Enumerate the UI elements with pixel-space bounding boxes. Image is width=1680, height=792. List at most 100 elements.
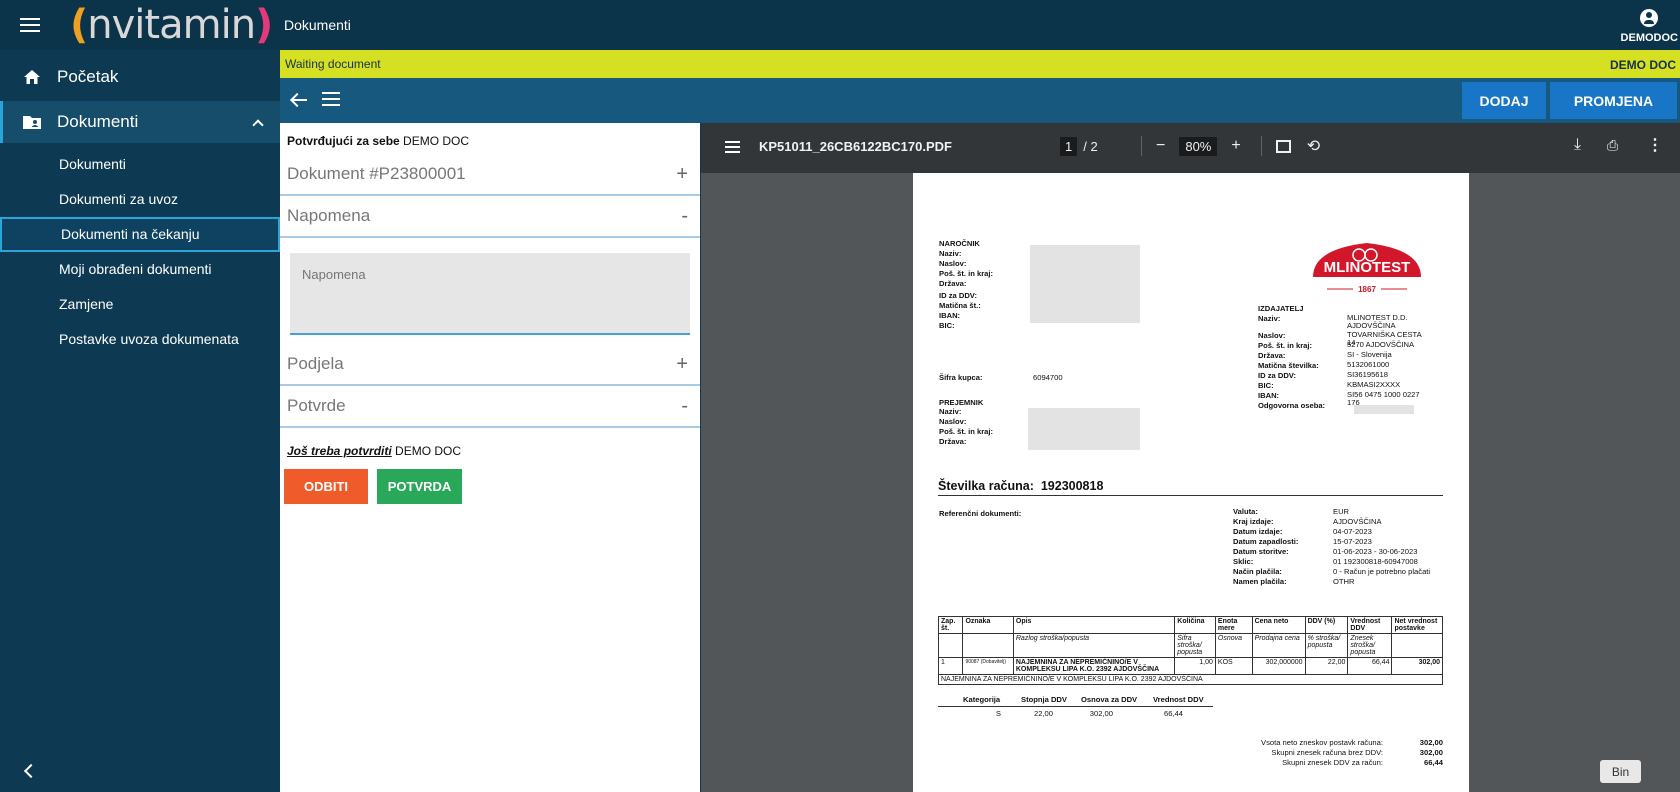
table-cell: 90087 (Dobavitelj)	[962, 657, 1014, 675]
accordion-document[interactable]: Dokument #P23800001 +	[280, 154, 700, 196]
note-textarea[interactable]	[290, 253, 690, 335]
table-header-cell: Zap. št.	[937, 616, 964, 634]
status-bar: Waiting document DEMO DOC	[280, 50, 1680, 78]
table-cell: 66,44	[1347, 657, 1393, 675]
nav-documents[interactable]: Dokumenti	[0, 101, 280, 143]
zoom-level[interactable]: 80%	[1179, 136, 1218, 156]
status-text: Waiting document	[285, 57, 381, 71]
back-arrow-icon[interactable]	[290, 91, 310, 109]
meta-key: Datum izdaje:	[1233, 527, 1283, 536]
accordion-split[interactable]: Podjela +	[280, 344, 700, 386]
nav-home-label: Početak	[57, 67, 119, 86]
meta-key: Namen plačila:	[1233, 577, 1287, 586]
sidebar-item-import-settings[interactable]: Postavke uvoza dokumenata	[0, 322, 280, 357]
sidebar-item-import[interactable]: Dokumenti za uvoz	[0, 182, 280, 217]
vat-header: Kategorija	[963, 695, 1001, 704]
row-note: NAJEMNINA ZA NEPREMIČNINO/E V KOMPLEKSU …	[938, 674, 1443, 685]
vat-header: Stopnja DDV	[1021, 695, 1067, 704]
zoom-controls: − 80% + ⟲	[1141, 136, 1320, 156]
sidebar-item-documents[interactable]: Dokumenti	[0, 147, 280, 182]
table-cell	[962, 633, 1014, 658]
buyer-field: Matična št.:	[939, 301, 981, 310]
page-title: Dokumenti	[284, 17, 351, 33]
expand-icon[interactable]: +	[676, 163, 688, 186]
status-org: DEMO DOC	[1610, 58, 1676, 72]
logo-year: 1867	[1358, 285, 1376, 294]
sidebar: (nvitamin) Početak Dokumenti Dokumenti D…	[0, 0, 280, 792]
collapse-icon[interactable]: -	[681, 205, 688, 228]
bin-tooltip: Bin	[1600, 760, 1641, 783]
pdf-menu-icon[interactable]	[725, 141, 745, 155]
chevron-up-icon[interactable]	[252, 119, 264, 131]
list-menu-icon[interactable]	[322, 92, 342, 106]
collapse-sidebar-icon[interactable]	[23, 763, 39, 779]
buyer-field: ID za DDV:	[939, 291, 977, 300]
reject-button[interactable]: ODBITI	[284, 469, 368, 504]
collapse-icon[interactable]: -	[681, 395, 688, 418]
table-cell: 1	[937, 657, 964, 675]
table-header-cell: Cena neto	[1251, 616, 1306, 634]
logo-text: MLINOTEST	[1324, 259, 1411, 276]
account-icon	[1640, 9, 1659, 27]
user-name: DEMODOC	[1620, 32, 1678, 44]
confirmations-title: Potvrde	[287, 396, 346, 415]
vat-cell: 22,00	[1033, 709, 1053, 718]
expand-icon[interactable]: +	[676, 353, 688, 376]
table-cell: Znesek stroška/ popusta	[1347, 633, 1393, 658]
invoice-label: Številka računa:	[938, 479, 1034, 493]
total-value: 302,00	[1419, 748, 1443, 757]
issuer-key: Poš. št. in kraj:	[1258, 341, 1313, 350]
meta-value: EUR	[1333, 507, 1350, 516]
table-cell: Prodajna cena	[1251, 633, 1306, 658]
logo: (nvitamin)	[70, 2, 273, 48]
divider	[1141, 136, 1142, 156]
split-title: Podjela	[287, 354, 344, 373]
zoom-out-icon[interactable]: −	[1156, 137, 1165, 155]
document-title: Dokument #P23800001	[287, 164, 466, 183]
download-icon[interactable]: ⤓	[1574, 136, 1581, 154]
table-cell: 22,00	[1304, 657, 1349, 675]
accordion-note[interactable]: Napomena -	[280, 196, 700, 238]
meta-key: Sklic:	[1233, 557, 1254, 566]
more-options-icon[interactable]: ⋮	[1647, 135, 1663, 155]
confirm-value: DEMO DOC	[403, 134, 470, 148]
invoice-number: 192300818	[1040, 479, 1104, 493]
add-button[interactable]: DODAJ	[1462, 82, 1546, 119]
vat-cell: 302,00	[1089, 709, 1113, 718]
issuer-value: 5132061000	[1347, 360, 1390, 369]
nav-home[interactable]: Početak	[0, 56, 280, 98]
meta-key: Datum storitve:	[1233, 547, 1289, 556]
pdf-toolbar: KP51011_26CB6122BC170.PDF 1 / 2 − 80% + …	[701, 123, 1680, 173]
change-button[interactable]: PROMJENA	[1550, 82, 1677, 119]
issuer-key: BIC:	[1258, 381, 1274, 390]
meta-value: 0 - Račun je potrebno plačati	[1333, 567, 1431, 576]
meta-value: OTHR	[1333, 577, 1355, 586]
print-icon[interactable]: ⎙	[1607, 137, 1618, 154]
page-input[interactable]: 1	[1060, 137, 1078, 156]
table-cell: Razlog stroška/popusta	[1012, 633, 1176, 658]
pending-confirmation: Još treba potvrditi DEMO DOC	[287, 444, 461, 458]
pdf-filename: KP51011_26CB6122BC170.PDF	[759, 139, 952, 154]
accordion-confirmations[interactable]: Potvrde -	[280, 386, 700, 428]
table-cell: Osnova	[1214, 633, 1253, 658]
recipient-field: Država:	[939, 437, 967, 446]
sidebar-item-waiting[interactable]: Dokumenti na čekanju	[0, 217, 280, 252]
sidebar-item-processed[interactable]: Moji obrađeni dokumenti	[0, 252, 280, 287]
zoom-in-icon[interactable]: +	[1231, 137, 1240, 155]
table-header-cell: Enota mere	[1214, 616, 1253, 634]
items-table: Zap. št. Oznaka Opis Količina Enota mere Cena…	[937, 616, 1443, 685]
fit-page-icon[interactable]	[1275, 139, 1291, 153]
rotate-icon[interactable]: ⟲	[1307, 136, 1320, 156]
issuer-key: IBAN:	[1258, 391, 1280, 400]
issuer-value: SI36195618	[1347, 370, 1388, 379]
confirming-for-self: Potvrđujući za sebe DEMO DOC	[287, 134, 469, 148]
home-icon	[22, 68, 42, 86]
mlinotest-logo: MLINOTEST 1867	[1313, 243, 1421, 294]
user-menu[interactable]: DEMODOC	[1621, 9, 1678, 44]
table-cell	[937, 633, 964, 658]
sidebar-item-replacements[interactable]: Zamjene	[0, 287, 280, 322]
confirm-button[interactable]: POTVRDA	[377, 469, 462, 504]
vat-cell: S	[995, 709, 1001, 718]
menu-icon[interactable]	[20, 18, 40, 32]
invoice-number-line: Številka računa: 192300818	[938, 479, 1103, 493]
